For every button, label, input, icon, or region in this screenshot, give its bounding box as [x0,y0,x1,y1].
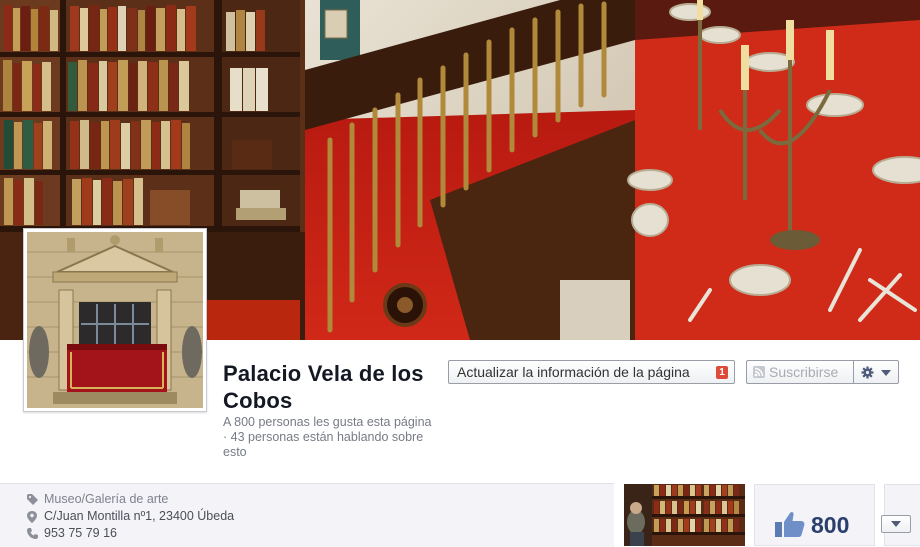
more-apps-tab [881,484,920,546]
page-title: Palacio Vela de los Cobos [223,361,424,413]
update-page-info-label: Actualizar la información de la página [457,364,690,380]
page-settings-menu[interactable] [853,360,899,384]
staircase [305,0,635,340]
profile-picture[interactable] [23,228,207,412]
photos-thumbnail[interactable] [624,484,745,546]
category-text: Museo/Galería de arte [44,492,169,506]
rss-icon [753,366,765,378]
library-photo [624,484,745,546]
palace-facade-image [27,232,203,408]
phone-text: 953 75 79 16 [44,526,117,540]
notification-badge: 1 [716,366,728,379]
page-info-section: Museo/Galería de arte C/Juan Montilla nº… [0,483,614,547]
likes-count: 800 [811,512,850,538]
chevron-down-icon [891,521,901,527]
likes-count-box[interactable]: 800 [754,484,875,546]
chevron-down-icon [881,370,891,376]
subscribe-button[interactable]: Suscribirse [746,360,854,384]
subscribe-label: Suscribirse [769,364,839,380]
more-apps-dropdown[interactable] [881,515,911,533]
update-page-info-button[interactable]: Actualizar la información de la página 1 [448,360,735,384]
thumbs-up-icon [775,511,805,537]
likes-summary: A 800 personas les gusta esta página · 4… [223,415,432,459]
phone-icon [27,528,38,539]
tag-icon [27,494,38,505]
map-pin-icon [27,511,37,523]
dining-table [627,0,920,340]
address-text: C/Juan Montilla nº1, 23400 Úbeda [44,509,235,523]
gear-icon [861,366,874,379]
